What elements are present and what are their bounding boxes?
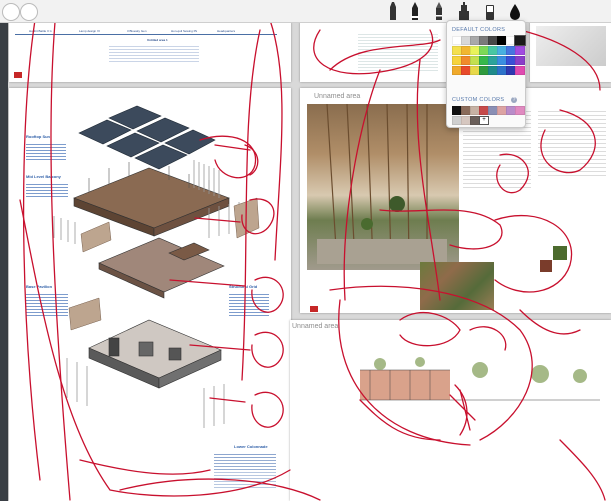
material-swatch-image: [420, 262, 494, 310]
tree-thumbnail: [540, 260, 552, 272]
help-icon[interactable]: ?: [511, 97, 517, 103]
sheet-title: Unnamed area: [314, 93, 361, 100]
sheet-far-right[interactable]: [530, 22, 611, 82]
ink-drop-icon[interactable]: [508, 1, 522, 21]
text-block: [109, 44, 199, 62]
section-title: Untitled area 1: [147, 38, 168, 42]
sheet-right-lower[interactable]: Unnamed area: [290, 320, 611, 501]
eraser-icon[interactable]: [483, 1, 497, 21]
timeline-line: [15, 34, 277, 35]
text-block: [538, 108, 606, 178]
tree-thumbnail: [553, 246, 567, 260]
custom-color-swatch[interactable]: [515, 106, 525, 115]
sheet-top-left[interactable]: Hobbit Battle II ¾ Lamp design VI 3 Blue…: [9, 22, 291, 82]
sheet-top-right[interactable]: [300, 22, 450, 82]
highlighter-icon[interactable]: [457, 1, 471, 21]
timeline-label: Headquarters: [217, 29, 236, 33]
pen-icon[interactable]: [408, 1, 422, 21]
timeline-label: Lamp design VI: [79, 29, 100, 33]
text-block: [214, 458, 276, 488]
marker-icon[interactable]: [386, 1, 400, 21]
timeline-label: Hon-quil Sewing Pk: [171, 29, 198, 33]
text-block: [358, 32, 438, 72]
exploded-axonometric-drawing: [53, 105, 260, 428]
color-swatch[interactable]: [515, 56, 525, 65]
color-swatch[interactable]: [515, 66, 525, 75]
thumbnail-image: [536, 26, 606, 66]
timeline-label: Hobbit Battle II ¾: [29, 29, 53, 33]
color-swatch[interactable]: [514, 35, 526, 46]
drawing-canvas[interactable]: Hobbit Battle II ¾ Lamp design VI 3 Blue…: [0, 0, 611, 501]
color-swatch[interactable]: [515, 46, 525, 55]
custom-colors-heading: CUSTOM COLORS: [452, 97, 505, 103]
pencil-icon[interactable]: [432, 1, 446, 21]
sheet-left-main[interactable]: Rooftop Sun Mid Level Balcony Base Pavil…: [9, 88, 291, 501]
undo-button[interactable]: [2, 3, 20, 21]
sidebar-strip: [0, 22, 8, 501]
sheet-marker: [310, 306, 318, 312]
color-picker-popover: DEFAULT COLORS CUSTOM COLORS ? +: [446, 20, 526, 128]
sheet-marker: [14, 72, 22, 78]
add-color-button[interactable]: +: [479, 116, 489, 125]
redo-button[interactable]: [20, 3, 38, 21]
default-colors-heading: DEFAULT COLORS: [452, 27, 506, 33]
interior-render-image: [307, 103, 459, 270]
timeline-label: 3 Bluesky Gen: [127, 29, 147, 33]
sheet-title: Unnamed area: [292, 323, 339, 330]
section-drawing: [360, 357, 600, 401]
